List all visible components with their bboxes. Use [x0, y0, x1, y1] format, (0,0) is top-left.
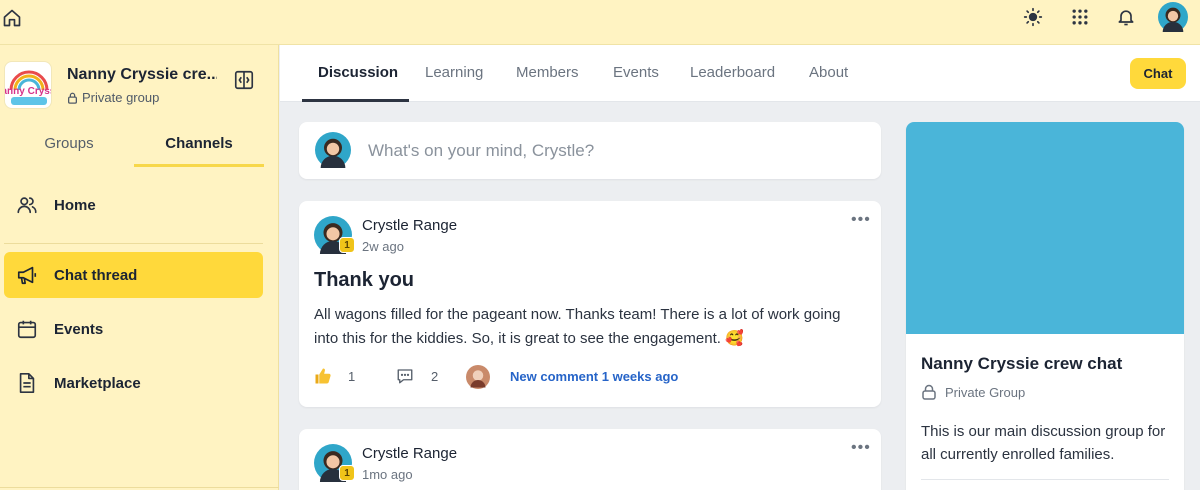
commenter-avatar — [466, 365, 490, 389]
sidebar-item-events[interactable]: Events — [4, 306, 263, 352]
composer-placeholder[interactable]: What's on your mind, Crystle? — [368, 141, 594, 161]
sidebar-tabs: Groups Channels — [0, 133, 279, 167]
group-privacy: Private group — [67, 90, 159, 105]
post-body: All wagons filled for the pageant now. T… — [314, 306, 841, 347]
post-time: 2w ago — [362, 239, 404, 254]
sidebar-item-label: Chat thread — [54, 266, 138, 284]
comment-icon[interactable] — [396, 367, 414, 385]
post-author[interactable]: Crystle Range — [362, 445, 457, 462]
post-author[interactable]: Crystle Range — [362, 217, 457, 234]
sidebar-item-home[interactable]: Home — [4, 182, 263, 228]
tab-events[interactable]: Events — [613, 64, 659, 81]
group-card-privacy: Private Group — [921, 384, 1025, 400]
tab-channels[interactable]: Channels — [134, 133, 264, 167]
comment-count: 2 — [431, 369, 439, 384]
tab-groups[interactable]: Groups — [4, 133, 134, 167]
sidebar-item-label: Events — [54, 320, 104, 338]
post-composer[interactable]: What's on your mind, Crystle? — [299, 122, 881, 179]
calendar-icon — [17, 320, 37, 339]
tab-discussion[interactable]: Discussion — [318, 64, 398, 81]
apps-grid-icon[interactable] — [1070, 7, 1090, 27]
main-tabs: Discussion Learning Members Events Leade… — [280, 45, 1200, 102]
tab-about[interactable]: About — [809, 64, 848, 81]
group-privacy-label: Private group — [82, 90, 160, 105]
sidebar-item-marketplace[interactable]: Marketplace — [4, 360, 263, 406]
group-title: Nanny Cryssie cre... — [67, 66, 217, 83]
more-options-icon[interactable]: ••• — [851, 439, 871, 457]
more-options-icon[interactable]: ••• — [851, 211, 871, 229]
megaphone-icon — [17, 266, 37, 285]
divider — [0, 487, 279, 488]
svg-text:Nanny Cryssie: Nanny Cryssie — [5, 86, 52, 97]
group-card-description: This is our main discussion group for al… — [921, 423, 1166, 463]
sidebar-item-label: Home — [54, 196, 96, 214]
like-count: 1 — [348, 369, 356, 384]
thumbs-up-icon[interactable] — [314, 367, 332, 385]
level-badge: 1 — [339, 237, 355, 253]
post-card: 1 Crystle Range 1mo ago ••• — [299, 429, 881, 490]
level-badge: 1 — [339, 465, 355, 481]
sidebar-item-chat-thread[interactable]: Chat thread — [4, 252, 263, 298]
group-info-card: Nanny Cryssie crew chat Private Group Th… — [906, 122, 1184, 490]
post-title: Thank you — [314, 269, 415, 291]
post-time: 1mo ago — [362, 467, 413, 482]
tab-leaderboard[interactable]: Leaderboard — [690, 64, 775, 81]
bell-icon[interactable] — [1116, 7, 1136, 27]
lock-icon — [922, 384, 936, 400]
divider — [921, 479, 1169, 480]
top-bar — [0, 0, 1200, 45]
chat-button[interactable]: Chat — [1130, 58, 1186, 89]
sun-icon[interactable] — [1023, 7, 1043, 27]
document-icon — [19, 373, 35, 393]
collapse-sidebar-icon[interactable] — [233, 69, 255, 91]
divider — [4, 243, 263, 244]
lock-icon — [68, 92, 77, 104]
sidebar-item-label: Marketplace — [54, 374, 141, 392]
post-actions: 1 2 New comment 1 weeks ago — [314, 365, 874, 389]
users-icon — [17, 197, 37, 214]
post-card: 1 Crystle Range 2w ago ••• Thank you All… — [299, 201, 881, 407]
group-card-title: Nanny Cryssie crew chat — [921, 354, 1123, 373]
tab-members[interactable]: Members — [516, 64, 579, 81]
home-icon[interactable] — [2, 8, 22, 28]
group-card-privacy-label: Private Group — [945, 384, 1026, 400]
group-logo: Nanny Cryssie — [4, 61, 52, 109]
avatar — [315, 132, 351, 168]
tab-learning[interactable]: Learning — [425, 64, 483, 81]
group-cover-image — [906, 122, 1184, 334]
new-comment-link[interactable]: New comment 1 weeks ago — [510, 369, 678, 384]
sidebar: Nanny Cryssie Nanny Cryssie cre... Priva… — [0, 45, 279, 490]
user-avatar[interactable] — [1158, 2, 1188, 32]
active-tab-indicator — [302, 99, 409, 102]
